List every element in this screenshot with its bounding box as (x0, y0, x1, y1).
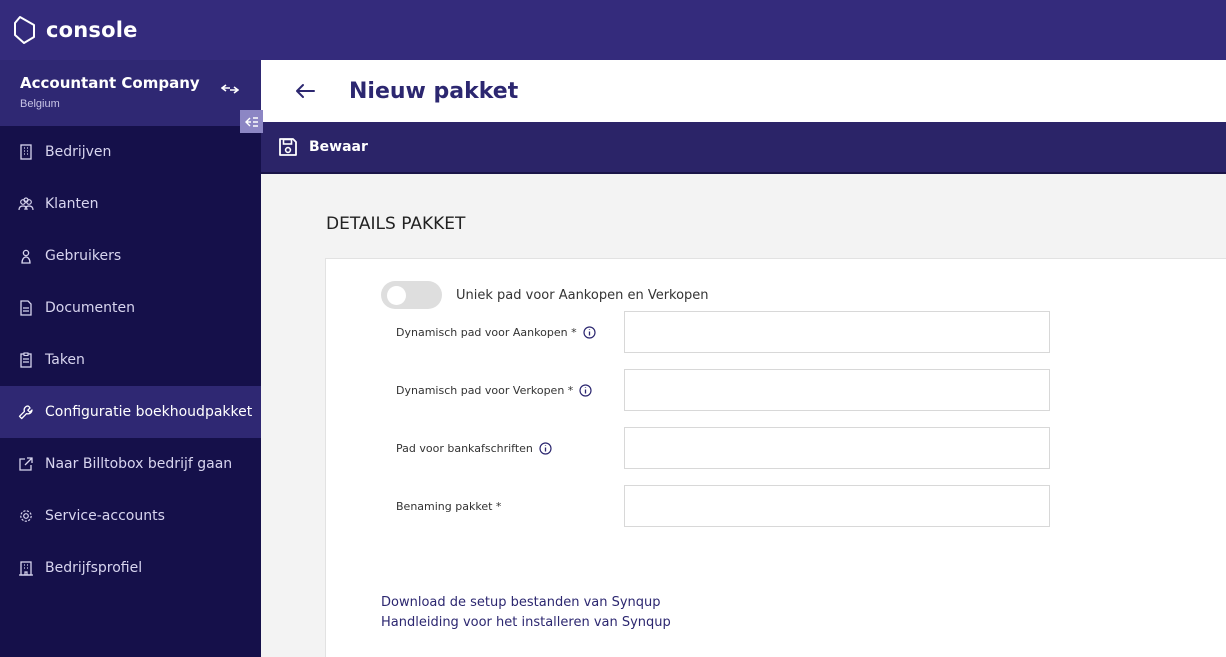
sidebar-item-label: Klanten (45, 196, 99, 212)
sidebar-item-label: Gebruikers (45, 248, 122, 264)
info-icon[interactable] (582, 325, 596, 339)
sidebar-item-taken[interactable]: Taken (0, 334, 261, 386)
links-section: Download de setup bestanden van Synqup H… (381, 595, 671, 635)
sidebar-item-label: Configuratie boekhoudpakket (45, 404, 253, 420)
sidebar-item-label: Documenten (45, 300, 136, 316)
field-aankopen: Dynamisch pad voor Aankopen * (396, 311, 1051, 353)
sidebar-item-documenten[interactable]: Documenten (0, 282, 261, 334)
bankafschriften-path-input[interactable] (624, 427, 1050, 469)
external-link-icon (17, 456, 34, 473)
page-title: Nieuw pakket (349, 78, 519, 104)
field-verkopen: Dynamisch pad voor Verkopen * (396, 369, 1051, 411)
collapse-icon (244, 116, 258, 127)
switch-arrows-icon[interactable] (221, 82, 239, 96)
page-header: Nieuw pakket (261, 60, 1226, 122)
field-bankafschriften: Pad voor bankafschriften (396, 427, 1051, 469)
sidebar-item-klanten[interactable]: Klanten (0, 178, 261, 230)
back-arrow-icon[interactable] (295, 83, 315, 99)
save-button[interactable]: Bewaar (278, 137, 368, 157)
aankopen-path-input[interactable] (624, 311, 1050, 353)
logo-icon (14, 16, 35, 44)
company-name: Accountant Company (20, 74, 200, 92)
details-card: Uniek pad voor Aankopen en Verkopen Dyna… (325, 258, 1226, 657)
field-label-text: Benaming pakket * (396, 499, 502, 513)
field-label-text: Dynamisch pad voor Verkopen * (396, 383, 574, 397)
top-bar: console (0, 0, 1226, 60)
sidebar-item-naar-billtobox[interactable]: Naar Billtobox bedrijf gaan (0, 438, 261, 490)
sidebar-collapse-button[interactable] (240, 110, 263, 133)
field-label: Benaming pakket * (396, 500, 624, 513)
sidebar-item-gebruikers[interactable]: Gebruikers (0, 230, 261, 282)
install-manual-link[interactable]: Handleiding voor het installeren van Syn… (381, 615, 671, 630)
unique-path-toggle-row: Uniek pad voor Aankopen en Verkopen (381, 281, 709, 309)
logo-text: console (46, 18, 138, 42)
sidebar-item-configuratie-boekhoudpakket[interactable]: Configuratie boekhoudpakket (0, 386, 261, 438)
sidebar-item-label: Bedrijfsprofiel (45, 560, 143, 576)
document-icon (17, 300, 34, 317)
sidebar-item-bedrijfsprofiel[interactable]: Bedrijfsprofiel (0, 542, 261, 594)
toggle-knob (387, 286, 406, 305)
unique-path-toggle[interactable] (381, 281, 442, 309)
package-name-input[interactable] (624, 485, 1050, 527)
clipboard-icon (17, 352, 34, 369)
user-icon (17, 248, 34, 265)
sidebar-item-service-accounts[interactable]: Service-accounts (0, 490, 261, 542)
sidebar-item-bedrijven[interactable]: Bedrijven (0, 126, 261, 178)
building-icon (17, 144, 34, 161)
sidebar: Accountant Company Belgium Bedrijven Kla… (0, 60, 261, 657)
sidebar-item-label: Taken (45, 352, 85, 368)
sidebar-item-label: Bedrijven (45, 144, 112, 160)
company-country: Belgium (20, 98, 60, 110)
toolbar: Bewaar (261, 122, 1226, 174)
users-icon (17, 196, 34, 213)
field-label-text: Pad voor bankafschriften (396, 441, 533, 455)
toggle-label: Uniek pad voor Aankopen en Verkopen (456, 287, 709, 303)
save-icon (279, 138, 297, 156)
info-icon[interactable] (579, 383, 592, 397)
download-setup-link[interactable]: Download de setup bestanden van Synqup (381, 595, 671, 610)
field-label-text: Dynamisch pad voor Aankopen * (396, 325, 577, 339)
sidebar-nav: Bedrijven Klanten Gebruikers Documenten … (0, 126, 261, 594)
save-button-label: Bewaar (309, 139, 368, 155)
field-label: Dynamisch pad voor Verkopen * (396, 384, 624, 397)
sidebar-item-label: Naar Billtobox bedrijf gaan (45, 456, 233, 472)
field-label: Dynamisch pad voor Aankopen * (396, 326, 624, 339)
sidebar-item-label: Service-accounts (45, 508, 165, 524)
info-icon[interactable] (539, 441, 552, 455)
main-content: Nieuw pakket Bewaar DETAILS PAKKET Uniek… (261, 60, 1226, 657)
section-title: DETAILS PAKKET (326, 214, 466, 234)
field-benaming: Benaming pakket * (396, 485, 1051, 527)
company-switcher[interactable]: Accountant Company Belgium (0, 60, 261, 126)
gear-icon (17, 508, 34, 525)
verkopen-path-input[interactable] (624, 369, 1050, 411)
field-label: Pad voor bankafschriften (396, 442, 624, 455)
app-logo[interactable]: console (12, 15, 138, 45)
wrench-icon (17, 404, 34, 421)
office-icon (17, 560, 34, 577)
